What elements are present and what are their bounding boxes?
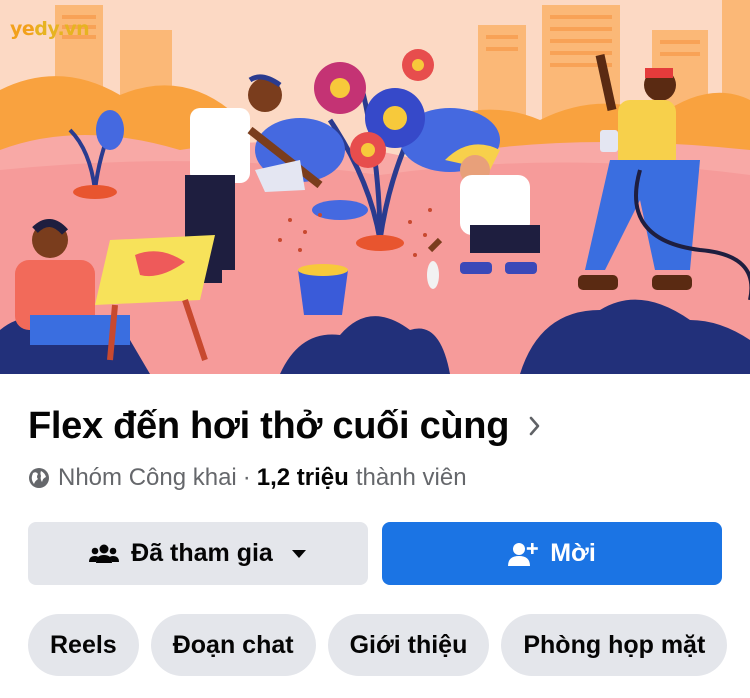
tab-reels[interactable]: Reels xyxy=(28,614,139,676)
watermark-logo: yedy.vn xyxy=(10,18,90,40)
group-meta: Nhóm Công khai · 1,2 triệu thành viên xyxy=(28,462,467,494)
tab-chats[interactable]: Đoạn chat xyxy=(150,614,316,676)
tab-rooms[interactable]: Phòng họp mặt xyxy=(501,614,728,676)
invite-button[interactable]: Mời xyxy=(382,522,722,585)
member-label: thành viên xyxy=(355,464,467,491)
group-title-link[interactable]: Flex đến hơi thở cuối cùng xyxy=(28,402,543,450)
member-count: 1,2 triệu xyxy=(256,464,349,491)
caret-down-icon xyxy=(291,549,306,558)
group-members-icon xyxy=(89,544,120,563)
group-tabs: Reels Đoạn chat Giới thiệu Phòng họp mặt xyxy=(28,614,728,676)
privacy-label: Nhóm Công khai xyxy=(58,464,237,491)
meta-separator: · xyxy=(242,464,251,491)
joined-label: Đã tham gia xyxy=(131,539,273,567)
cover-illustration xyxy=(0,0,750,374)
cover-photo[interactable]: yedy.vn xyxy=(0,0,750,374)
group-title: Flex đến hơi thở cuối cùng xyxy=(28,404,510,447)
add-person-icon xyxy=(508,542,539,566)
invite-label: Mời xyxy=(550,539,596,567)
chevron-right-icon xyxy=(529,416,540,436)
tab-about[interactable]: Giới thiệu xyxy=(327,614,490,676)
globe-icon xyxy=(29,468,49,488)
joined-button[interactable]: Đã tham gia xyxy=(28,522,368,585)
